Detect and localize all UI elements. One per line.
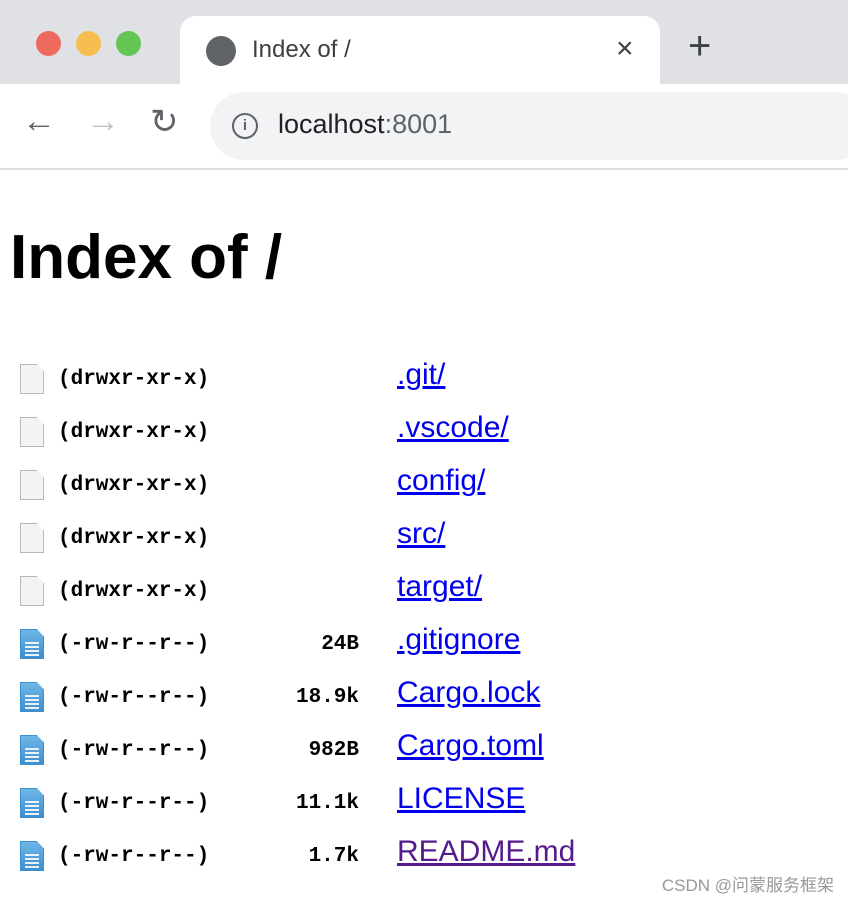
blank-file-icon xyxy=(20,523,44,553)
new-tab-button[interactable]: + xyxy=(688,26,711,66)
file-link[interactable]: README.md xyxy=(397,835,575,869)
blank-file-icon xyxy=(20,470,44,500)
file-link[interactable]: Cargo.lock xyxy=(397,676,540,710)
file-mode: (-rw-r--r--) xyxy=(58,792,210,815)
tab-bar: Index of / × + xyxy=(0,0,848,86)
toolbar: ← → ↻ i localhost:8001 xyxy=(0,84,848,170)
forward-arrow-icon[interactable]: → xyxy=(86,102,120,141)
globe-icon xyxy=(206,36,236,66)
tab-close-icon[interactable]: × xyxy=(616,32,634,66)
file-mode: (-rw-r--r--) xyxy=(58,739,210,762)
file-link[interactable]: Cargo.toml xyxy=(397,729,544,763)
tab-index[interactable]: Index of / × xyxy=(180,16,660,86)
text-file-icon xyxy=(20,735,44,765)
url-port: :8001 xyxy=(384,109,453,139)
file-link[interactable]: .vscode/ xyxy=(397,411,509,445)
text-file-icon xyxy=(20,841,44,871)
file-mode: (-rw-r--r--) xyxy=(58,845,210,868)
blank-file-icon xyxy=(20,417,44,447)
file-size: 982B xyxy=(308,739,359,762)
file-mode: (drwxr-xr-x) xyxy=(58,368,210,391)
watermark: CSDN @问蒙服务框架 xyxy=(661,876,834,895)
file-size: 24B xyxy=(321,633,359,656)
text-file-icon xyxy=(20,682,44,712)
text-file-icon xyxy=(20,629,44,659)
file-link[interactable]: .git/ xyxy=(397,358,445,392)
minimize-window-button[interactable] xyxy=(76,31,101,56)
file-size: 18.9k xyxy=(295,686,359,709)
file-size: 1.7k xyxy=(308,845,359,868)
address-bar[interactable]: i localhost:8001 xyxy=(210,92,848,160)
maximize-window-button[interactable] xyxy=(116,31,141,56)
file-mode: (drwxr-xr-x) xyxy=(58,527,210,550)
file-link[interactable]: config/ xyxy=(397,464,485,498)
url-text[interactable]: localhost:8001 xyxy=(278,109,452,140)
file-link[interactable]: .gitignore xyxy=(397,623,520,657)
blank-file-icon xyxy=(20,576,44,606)
tab-title: Index of / xyxy=(252,36,351,63)
file-mode: (drwxr-xr-x) xyxy=(58,474,210,497)
url-host: localhost xyxy=(278,109,385,139)
back-arrow-icon[interactable]: ← xyxy=(22,102,56,141)
file-link[interactable]: src/ xyxy=(397,517,445,551)
blank-file-icon xyxy=(20,364,44,394)
file-mode: (drwxr-xr-x) xyxy=(58,421,210,444)
file-link[interactable]: target/ xyxy=(397,570,482,604)
file-mode: (-rw-r--r--) xyxy=(58,633,210,656)
file-size: 11.1k xyxy=(295,792,359,815)
file-mode: (-rw-r--r--) xyxy=(58,686,210,709)
close-window-button[interactable] xyxy=(36,31,61,56)
page-title: Index of / xyxy=(10,223,283,292)
file-mode: (drwxr-xr-x) xyxy=(58,580,210,603)
text-file-icon xyxy=(20,788,44,818)
info-icon[interactable]: i xyxy=(232,113,258,139)
reload-icon[interactable]: ↻ xyxy=(150,102,179,142)
file-link[interactable]: LICENSE xyxy=(397,782,525,816)
